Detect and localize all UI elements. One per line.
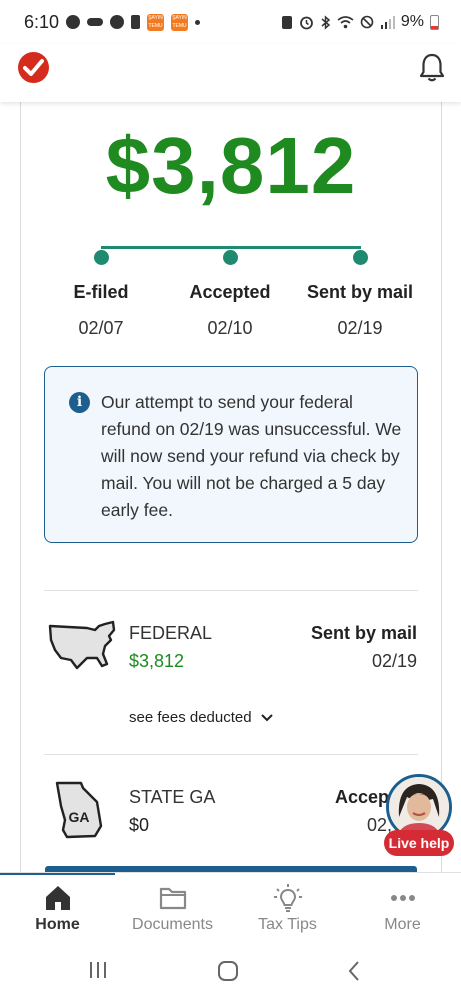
step-label-sent: Sent by mail (306, 282, 414, 302)
federal-return-amount: $3,812 (129, 651, 185, 671)
info-message: Our attempt to send your federal refund … (101, 392, 402, 520)
step-dot-accepted (223, 250, 238, 265)
nav-active-indicator (0, 873, 115, 875)
bell-icon[interactable] (417, 52, 447, 84)
step-label-efiled: E-filed (73, 282, 129, 302)
recent-apps-icon[interactable] (88, 960, 108, 980)
refund-amount: $3,812 (105, 121, 357, 210)
temu-app-icon-2: ŞAYIN TEMU (171, 13, 189, 31)
temu-app-icon-text: ŞAYIN TEMU (148, 14, 163, 29)
more-dots-icon (390, 895, 415, 901)
nav-item-home[interactable]: Home (0, 883, 115, 934)
step-dot-sent (353, 250, 368, 265)
refund-info-notice: i Our attempt to send your federal refun… (44, 366, 418, 543)
status-time: 6:10 (24, 11, 60, 32)
nav-item-more[interactable]: More (345, 883, 460, 934)
battery-percent: 9% (400, 13, 424, 30)
refund-status-card: $3,812 E-filed Accepted Sent by mail 02/… (20, 102, 442, 872)
nav-label-documents: Documents (132, 916, 213, 933)
divider (44, 590, 418, 591)
status-bar: 6:10 ŞAYIN TEMU ŞAYIN TEMU 9% (0, 0, 461, 44)
status-right: 9% (281, 13, 439, 31)
more-notifications-dot (195, 19, 201, 25)
federal-return-name: FEDERAL (129, 623, 213, 643)
battery-icon (430, 14, 439, 30)
reddit-icon (110, 15, 125, 29)
bottom-nav: Home Documents Tax Tips More (0, 872, 461, 942)
signal-icon (380, 15, 395, 29)
screen: 6:10 ŞAYIN TEMU ŞAYIN TEMU 9% $3,812 E-f… (0, 0, 461, 999)
nfc-icon (281, 15, 292, 29)
nav-label-more: More (384, 916, 421, 933)
alert-icon (131, 15, 141, 29)
divider (44, 754, 418, 755)
back-icon[interactable] (347, 960, 361, 982)
messenger-icon (66, 15, 81, 29)
home-system-icon[interactable] (217, 960, 239, 982)
nav-label-home: Home (35, 916, 80, 933)
georgia-map-icon: GA (55, 781, 103, 839)
bluetooth-icon (321, 14, 331, 30)
nav-label-tax-tips: Tax Tips (258, 916, 317, 933)
see-fees-deducted-link[interactable]: see fees deducted (129, 709, 274, 726)
state-return-status: Accep (335, 787, 390, 807)
home-icon (45, 886, 70, 910)
status-left: 6:10 ŞAYIN TEMU ŞAYIN TEMU (24, 11, 201, 33)
temu-app-icon-text-2: ŞAYIN TEMU (172, 14, 187, 29)
live-help-label: Live help (384, 830, 454, 856)
car-icon (87, 18, 104, 26)
wifi-icon (337, 16, 354, 29)
step-dot-efiled (94, 250, 109, 265)
folder-icon (159, 887, 186, 910)
fees-link-label: see fees deducted (129, 709, 252, 726)
progress-track (101, 246, 361, 249)
live-help-button[interactable]: Live help (384, 774, 454, 860)
state-return-name: STATE GA (129, 787, 216, 807)
step-label-accepted: Accepted (189, 282, 271, 302)
temu-app-icon: ŞAYIN TEMU (147, 13, 165, 31)
state-return-amount: $0 (129, 815, 150, 835)
step-date-efiled: 02/07 (78, 318, 124, 338)
app-header (0, 44, 461, 102)
lightbulb-icon (273, 884, 302, 912)
state-abbr-label: GA (69, 809, 90, 825)
alarm-icon (299, 16, 313, 29)
do-not-disturb-icon (360, 15, 374, 29)
federal-return-status: Sent by mail (310, 623, 417, 643)
usa-map-icon (48, 620, 116, 670)
step-date-sent: 02/19 (337, 318, 383, 338)
nav-item-documents[interactable]: Documents (115, 883, 230, 934)
turbotax-logo-icon[interactable] (18, 52, 49, 83)
chevron-down-icon (260, 713, 273, 721)
federal-return-date: 02/19 (371, 651, 417, 671)
system-nav-bar (0, 942, 461, 999)
step-date-accepted: 02/10 (207, 318, 253, 338)
info-icon: i (69, 392, 90, 413)
nav-item-tax-tips[interactable]: Tax Tips (230, 883, 345, 934)
